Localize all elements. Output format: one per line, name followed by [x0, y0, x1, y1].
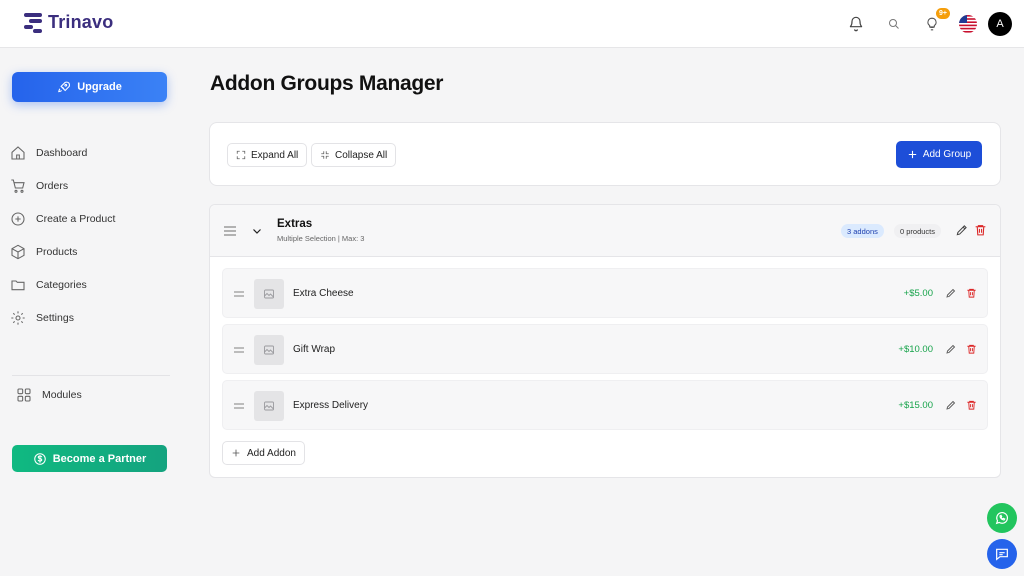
lightbulb-icon[interactable]: 9+: [920, 8, 950, 36]
search-icon[interactable]: [882, 12, 906, 36]
brand-logo[interactable]: Trinavo: [24, 12, 113, 33]
products-count-badge: 0 products: [894, 224, 942, 238]
upgrade-label: Upgrade: [77, 81, 122, 93]
bell-icon[interactable]: [844, 12, 868, 36]
image-placeholder-icon: [254, 279, 284, 309]
grid-icon: [17, 388, 31, 402]
plus-circle-icon: [11, 211, 25, 226]
sidebar-item-label: Settings: [36, 311, 74, 324]
sidebar-item-label: Orders: [36, 179, 69, 192]
become-partner-button[interactable]: Become a Partner: [12, 445, 167, 472]
chevron-down-icon[interactable]: [251, 225, 263, 237]
addons-count-badge: 3 addons: [841, 224, 884, 238]
expand-all-button[interactable]: Expand All: [227, 143, 308, 167]
trash-icon[interactable]: [966, 399, 977, 411]
addon-price: +$15.00: [898, 400, 933, 411]
sidebar-item-orders[interactable]: Orders: [10, 169, 170, 202]
addon-name: Extra Cheese: [293, 288, 354, 299]
addon-price: +$10.00: [898, 344, 933, 355]
trash-icon[interactable]: [966, 287, 977, 299]
us-flag-icon[interactable]: [956, 12, 980, 36]
sidebar-divider: [12, 375, 170, 376]
brand-name: Trinavo: [48, 12, 114, 32]
trash-icon[interactable]: [974, 223, 987, 237]
group-toolbar: Expand All Collapse All Add Group: [209, 122, 1001, 186]
header-actions: 9+ A: [844, 8, 1012, 36]
sidebar-nav: Dashboard Orders Create a Product Produc…: [10, 136, 170, 334]
addon-price: +$5.00: [903, 288, 933, 299]
group-header: Extras Multiple Selection | Max: 3 3 add…: [210, 205, 1000, 257]
upgrade-button[interactable]: Upgrade: [12, 72, 167, 102]
sidebar-item-label: Modules: [42, 389, 82, 401]
folder-icon: [11, 279, 25, 290]
collapse-all-label: Collapse All: [335, 149, 388, 161]
add-addon-button[interactable]: Add Addon: [222, 441, 305, 465]
group-name: Extras: [277, 218, 313, 230]
addon-name: Gift Wrap: [293, 344, 336, 355]
whatsapp-button[interactable]: [987, 503, 1017, 533]
addon-name: Express Delivery: [293, 400, 369, 411]
whatsapp-icon: [995, 511, 1009, 525]
edit-icon[interactable]: [945, 399, 957, 411]
dollar-circle-icon: [33, 452, 46, 465]
addon-row: Extra Cheese +$5.00: [222, 268, 988, 318]
add-addon-label: Add Addon: [247, 447, 296, 459]
addon-group-card: Extras Multiple Selection | Max: 3 3 add…: [209, 204, 1001, 478]
addon-row: Express Delivery +$15.00: [222, 380, 988, 430]
drag-handle-icon[interactable]: [234, 290, 244, 298]
chat-support-button[interactable]: [987, 539, 1017, 569]
sidebar-item-label: Create a Product: [36, 212, 116, 225]
home-icon: [11, 145, 25, 160]
sidebar-item-label: Products: [36, 245, 78, 258]
sidebar-item-create-product[interactable]: Create a Product: [10, 202, 170, 235]
cart-icon: [11, 178, 25, 193]
trash-icon[interactable]: [966, 343, 977, 355]
collapse-all-button[interactable]: Collapse All: [311, 143, 397, 167]
sidebar-item-dashboard[interactable]: Dashboard: [10, 136, 170, 169]
drag-handle-icon[interactable]: [224, 226, 236, 236]
plus-icon: [232, 449, 240, 457]
edit-icon[interactable]: [945, 287, 957, 299]
image-placeholder-icon: [254, 391, 284, 421]
edit-icon[interactable]: [955, 223, 969, 237]
plus-icon: [908, 150, 916, 159]
sidebar-item-label: Dashboard: [36, 146, 88, 159]
page-title: Addon Groups Manager: [210, 72, 444, 95]
sidebar-item-products[interactable]: Products: [10, 235, 170, 268]
avatar[interactable]: A: [988, 12, 1012, 36]
partner-label: Become a Partner: [52, 452, 147, 465]
sidebar-item-categories[interactable]: Categories: [10, 268, 170, 301]
box-icon: [11, 244, 25, 259]
sidebar-item-label: Categories: [36, 278, 87, 291]
add-group-label: Add Group: [922, 149, 972, 160]
group-subtitle: Multiple Selection | Max: 3: [277, 234, 365, 243]
drag-handle-icon[interactable]: [234, 346, 244, 354]
image-placeholder-icon: [254, 335, 284, 365]
top-bar: Trinavo 9+ A: [0, 0, 1024, 48]
rocket-icon: [58, 81, 71, 93]
gear-icon: [11, 310, 25, 325]
add-group-button[interactable]: Add Group: [896, 141, 982, 168]
logo-icon: [24, 12, 42, 33]
chat-icon: [996, 548, 1008, 561]
expand-icon: [236, 150, 246, 160]
sidebar-item-modules[interactable]: Modules: [16, 387, 82, 403]
addon-row: Gift Wrap +$10.00: [222, 324, 988, 374]
sidebar: Upgrade Dashboard Orders Create a Produc…: [0, 48, 184, 576]
drag-handle-icon[interactable]: [234, 402, 244, 410]
expand-all-label: Expand All: [251, 149, 299, 161]
edit-icon[interactable]: [945, 343, 957, 355]
sidebar-item-settings[interactable]: Settings: [10, 301, 170, 334]
notification-badge: 9+: [936, 8, 950, 19]
collapse-icon: [321, 151, 329, 159]
